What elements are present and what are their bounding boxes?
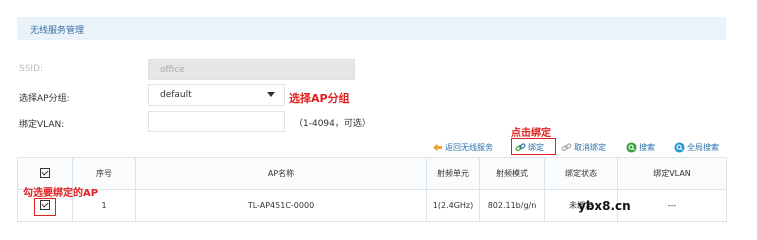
annotation-click-bind: 点击绑定 xyxy=(511,128,551,139)
watermark: ybx8.cn xyxy=(578,199,631,213)
back-arrow-icon xyxy=(432,143,443,151)
chevron-down-icon xyxy=(267,92,275,97)
unbind-button[interactable]: 取消绑定 xyxy=(561,140,606,154)
ssid-value: office xyxy=(160,65,185,75)
search-button[interactable]: 搜索 xyxy=(626,140,655,154)
row-radio-mode: 802.11b/g/n xyxy=(479,189,545,222)
search-icon xyxy=(626,141,637,153)
unbind-label: 取消绑定 xyxy=(574,142,606,152)
bind-button[interactable]: 绑定 xyxy=(515,140,544,154)
ap-group-select[interactable]: default xyxy=(148,84,285,106)
ap-group-label: 选择AP分组: xyxy=(19,94,70,104)
row-bind-vlan: --- xyxy=(617,189,727,222)
table-header-row: 序号 AP名称 射频单元 射频模式 绑定状态 绑定VLAN xyxy=(17,157,727,190)
column-header: 绑定状态 xyxy=(544,157,618,190)
column-header: 射频模式 xyxy=(479,157,545,190)
search-label: 搜索 xyxy=(639,142,655,152)
back-to-service-label: 返回无线服务 xyxy=(445,142,493,152)
global-search-icon xyxy=(674,141,685,153)
annotation-check-ap: 勾选要绑定的AP xyxy=(23,188,99,199)
row-radio-unit: 1(2.4GHz) xyxy=(426,189,480,222)
link-icon xyxy=(515,142,526,151)
ap-group-value: default xyxy=(160,90,192,100)
vlan-hint: （1-4094，可选） xyxy=(294,119,371,129)
checkbox-highlight-box xyxy=(34,198,56,216)
global-search-label: 全局搜索 xyxy=(687,142,719,152)
bind-label: 绑定 xyxy=(528,142,544,152)
ssid-label: SSID: xyxy=(19,64,44,74)
select-all-checkbox[interactable] xyxy=(40,167,50,178)
column-header: AP名称 xyxy=(135,157,427,190)
section-header: 无线服务管理 xyxy=(17,17,726,40)
unlink-icon xyxy=(561,142,572,151)
section-title: 无线服务管理 xyxy=(30,26,85,36)
ssid-field: office xyxy=(148,59,355,80)
annotation-select-group: 选择AP分组 xyxy=(289,92,350,105)
column-header: 射频单元 xyxy=(426,157,480,190)
global-search-button[interactable]: 全局搜索 xyxy=(674,140,719,154)
vlan-label: 绑定VLAN: xyxy=(19,120,65,130)
back-to-service-button[interactable]: 返回无线服务 xyxy=(432,140,493,154)
vlan-input[interactable] xyxy=(148,111,285,132)
column-header: 绑定VLAN xyxy=(617,157,727,190)
row-ap-name: TL-AP451C-0000 xyxy=(135,189,427,222)
